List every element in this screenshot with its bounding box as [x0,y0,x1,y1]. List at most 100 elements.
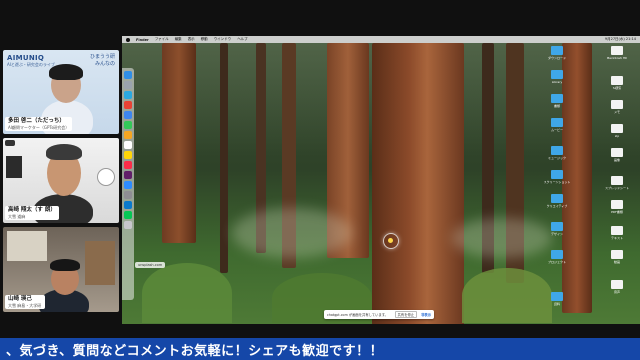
desktop-file[interactable]: 音声 [606,280,628,294]
tree-trunk [162,43,196,243]
calendar-icon[interactable] [124,141,132,149]
wall-poster [6,156,22,178]
desktop-file[interactable]: AI研究 [606,76,628,90]
stream-frame: AIMUNIQ AIと遊ぶ・研究会のライブ ひまうう研 みんなの 多田 啓二（た… [0,0,640,360]
brand-right-line2: みんなの [94,61,115,67]
desktop-folder[interactable]: ダウンロード [546,46,568,60]
participant-name: 多田 啓二（ただっち） [8,118,65,124]
folder-icon [551,70,563,79]
participant-hair [46,144,82,160]
vscode-icon[interactable] [124,201,132,209]
participant-hair [49,64,83,80]
hide-button[interactable]: 非表示 [421,312,431,317]
desktop-folder[interactable]: Library [546,70,568,84]
desktop-icon-label: 資料 [553,302,560,306]
desktop-file[interactable]: テキスト [606,226,628,240]
desktop-folder[interactable]: デザイン [546,222,568,236]
desktop-file[interactable]: 動画 [606,250,628,264]
desktop-icon-label: AI研究 [612,86,622,90]
mail-icon[interactable] [124,111,132,119]
desktop-icon-label: テキスト [611,236,623,240]
desktop-file[interactable]: PDF書類 [606,200,628,214]
desktop-folder[interactable]: 資料 [546,292,568,306]
file-icon [611,76,623,85]
menu-item[interactable]: ファイル [155,37,169,42]
desktop-icon-label: デザイン [550,232,563,236]
menu-item[interactable]: ウインドウ [214,37,232,42]
folder-icon [551,170,563,179]
camera-icon [5,140,15,146]
menu-item[interactable]: ヘルプ [237,37,248,42]
desktop-file[interactable]: Macintosh HD [606,46,628,60]
file-icon [611,226,623,235]
desktop-folder[interactable]: 書類 [546,94,568,108]
file-icon [611,250,623,259]
fern [142,263,232,323]
file-icon [611,148,623,157]
file-icon [611,124,623,133]
music-icon[interactable] [124,161,132,169]
folder-icon [551,94,563,103]
finder-icon[interactable] [124,71,132,79]
messages-icon[interactable] [124,121,132,129]
desktop-icon-label: Library [551,80,563,84]
chrome-icon[interactable] [124,101,132,109]
folder-icon [551,46,563,55]
menubar-clock[interactable]: 9月27日(水) 21:14 [605,37,636,42]
share-message: chatgpt.com が画面を共有しています。 [327,313,388,317]
desktop-icon-label: 書類 [553,104,560,108]
menu-app-name[interactable]: Finder [136,38,149,42]
menu-item[interactable]: 編集 [175,37,182,42]
brand-tagline: AIと遊ぶ・研究会のライブ [7,62,55,67]
nameplate-3: 山崎 瑛己 大雪 麻島・大学研 [5,295,45,309]
desktop-folder[interactable]: スクリーンショット [544,170,570,184]
safari-icon[interactable] [124,91,132,99]
zoom-icon[interactable] [124,181,132,189]
desktop-icon-label: クリエイティブ [546,204,568,208]
mist [232,208,352,258]
slack-icon[interactable] [124,171,132,179]
desktop-file[interactable]: 画像 [606,148,628,162]
menu-item[interactable]: 表示 [188,37,195,42]
settings-icon[interactable] [124,191,132,199]
apple-icon[interactable] [126,37,130,42]
participant-tile-3: 山崎 瑛己 大雪 麻島・大学研 [3,227,119,312]
mist [452,218,552,258]
desktop-icon-label: メモ [613,110,620,114]
desktop-icon-label: PDF書類 [611,210,623,214]
mac-menubar: Finder ファイル 編集 表示 移動 ウインドウ ヘルプ 9月27日(水) … [122,36,640,43]
desktop-folder[interactable]: クリエイティブ [546,194,568,208]
desktop-icon-label: zip [614,134,620,138]
tree-trunk [220,43,228,273]
mouse-cursor [388,238,393,243]
room-window [7,231,47,261]
photos-icon[interactable] [124,131,132,139]
trash-icon[interactable] [124,221,132,229]
desktop-file[interactable]: zip [606,124,628,138]
tree-trunk-main [372,43,464,324]
participant-name: 高崎 翔太（す 朗） [8,207,56,213]
desktop-file[interactable]: スプレッドシート [605,176,629,190]
desktop-folder[interactable]: ムービー [546,118,568,132]
desktop-icon-label: 動画 [613,260,620,264]
brand-logo: AIMUNIQ [7,54,45,62]
ticker-text: 、気づき、質問などコメントお気軽に！シェアも歓迎です！！ [6,343,384,359]
desktop-icon-label: ミュージック [548,156,566,160]
desktop-file[interactable]: メモ [606,100,628,114]
stop-sharing-button[interactable]: 共有を停止 [394,311,418,318]
room-stairs [85,241,115,285]
participant-tile-2: 高崎 翔太（す 朗） 大雪 道麻 [3,138,119,223]
launchpad-icon[interactable] [124,81,132,89]
fern [462,268,552,323]
participant-hair [50,259,80,271]
line-icon[interactable] [124,211,132,219]
screen-share-notice: chatgpt.com が画面を共有しています。 共有を停止 非表示 [324,310,434,319]
desktop-icon-label: ダウンロード [547,56,566,60]
menu-item[interactable]: 移動 [201,37,208,42]
participant-role: 大雪 道麻 [8,214,26,219]
brand-right: ひまうう研 みんなの [90,54,115,68]
desktop-folder[interactable]: プロジェクト [546,250,568,264]
desktop-folder[interactable]: ミュージック [546,146,568,160]
nameplate-2: 高崎 翔太（す 朗） 大雪 道麻 [5,206,59,220]
notes-icon[interactable] [124,151,132,159]
